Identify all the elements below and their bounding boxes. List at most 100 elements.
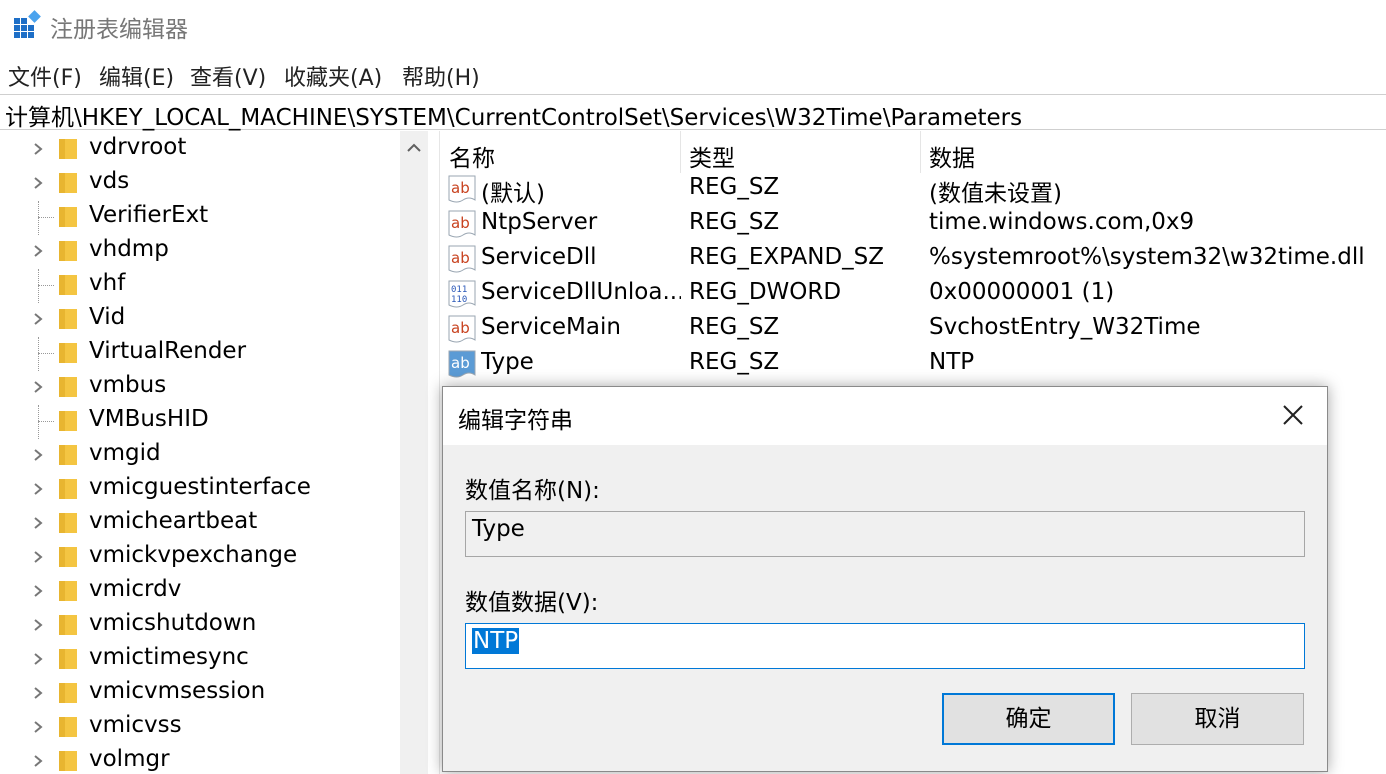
tree-item[interactable]: vdrvroot [0, 133, 400, 167]
chevron-right-icon[interactable] [31, 142, 45, 156]
address-bar[interactable]: 计算机\HKEY_LOCAL_MACHINE\SYSTEM\CurrentCon… [0, 94, 1386, 132]
tree-connector-line [38, 421, 54, 422]
chevron-right-icon[interactable] [31, 176, 45, 190]
value-data-input[interactable]: NTP [465, 623, 1305, 669]
tree-item[interactable]: Vid [0, 303, 400, 337]
value-row[interactable]: ab Type REG_SZ NTP [440, 347, 1386, 382]
menu-favorites[interactable]: 收藏夹(A) [284, 60, 382, 92]
tree-item[interactable]: vhf [0, 269, 400, 303]
folder-icon [59, 649, 77, 669]
svg-text:ab: ab [451, 319, 470, 337]
chevron-right-icon[interactable] [31, 686, 45, 700]
tree-item[interactable]: VMBusHID [0, 405, 400, 439]
tree-item-label: vmicshutdown [89, 610, 257, 636]
value-row[interactable]: ab (默认) REG_SZ (数值未设置) [440, 172, 1386, 207]
key-tree[interactable]: vdrvroot vds VerifierExt vhdmp vhf Vid Virtual… [0, 131, 428, 774]
pane-splitter[interactable] [428, 131, 440, 774]
string-value-icon: ab [448, 210, 476, 238]
tree-item[interactable]: vmictimesync [0, 643, 400, 677]
tree-scrollbar[interactable] [400, 131, 428, 774]
folder-icon [59, 683, 77, 703]
folder-icon [59, 309, 77, 329]
tree-item-label: VerifierExt [89, 202, 209, 228]
menu-edit[interactable]: 编辑(E) [99, 60, 174, 92]
value-name: ServiceDll [481, 244, 597, 270]
value-data: time.windows.com,0x9 [929, 209, 1195, 235]
window-title: 注册表编辑器 [50, 17, 188, 43]
tree-item-label: vmickvpexchange [89, 542, 298, 568]
tree-item[interactable]: vmicguestinterface [0, 473, 400, 507]
chevron-right-icon[interactable] [31, 550, 45, 564]
chevron-right-icon[interactable] [31, 618, 45, 632]
tree-item[interactable]: vmicvss [0, 711, 400, 745]
tree-item-label: vmicrdv [89, 576, 182, 602]
tree-item-label: vhdmp [89, 236, 169, 262]
chevron-right-icon[interactable] [31, 482, 45, 496]
ok-button[interactable]: 确定 [942, 693, 1115, 745]
menu-help[interactable]: 帮助(H) [402, 60, 480, 92]
chevron-right-icon[interactable] [31, 312, 45, 326]
value-name-label: 数值名称(N): [465, 478, 600, 504]
string-value-icon: ab [448, 350, 476, 378]
scroll-up-arrow-icon[interactable] [406, 143, 422, 153]
tree-item-label: vmicheartbeat [89, 508, 258, 534]
value-data-label: 数值数据(V): [465, 590, 599, 616]
tree-item[interactable]: vmicvmsession [0, 677, 400, 711]
value-row[interactable]: ab ServiceDll REG_EXPAND_SZ %systemroot%\sy… [440, 242, 1386, 277]
folder-icon [59, 479, 77, 499]
tree-item[interactable]: vmickvpexchange [0, 541, 400, 575]
tree-item[interactable]: vmbus [0, 371, 400, 405]
folder-icon [59, 207, 77, 227]
chevron-right-icon[interactable] [31, 720, 45, 734]
value-row[interactable]: 011 110 ServiceDllUnloa... REG_DWORD 0x00000… [440, 277, 1386, 312]
menu-view[interactable]: 查看(V) [190, 60, 266, 92]
column-divider[interactable] [920, 131, 921, 173]
tree-connector-line [38, 405, 39, 439]
value-row[interactable]: ab ServiceMain REG_SZ SvchostEntry_W32Time [440, 312, 1386, 347]
value-type: REG_SZ [689, 349, 780, 375]
svg-text:ab: ab [451, 179, 470, 197]
folder-icon [59, 615, 77, 635]
folder-icon [59, 751, 77, 771]
value-data-text: NTP [472, 628, 520, 654]
chevron-right-icon[interactable] [31, 516, 45, 530]
value-type: REG_EXPAND_SZ [689, 244, 885, 270]
tree-item[interactable]: volmgr [0, 745, 400, 774]
binary-value-icon: 011110 [448, 280, 476, 308]
tree-item[interactable]: VirtualRender [0, 337, 400, 371]
tree-item[interactable]: vmicheartbeat [0, 507, 400, 541]
tree-item-label: vhf [89, 270, 126, 296]
tree-item[interactable]: vmicshutdown [0, 609, 400, 643]
address-path[interactable]: 计算机\HKEY_LOCAL_MACHINE\SYSTEM\CurrentCon… [5, 98, 1022, 132]
column-header-data[interactable]: 数据 [929, 139, 975, 173]
chevron-right-icon[interactable] [31, 448, 45, 462]
tree-item[interactable]: vhdmp [0, 235, 400, 269]
value-row[interactable]: ab NtpServer REG_SZ time.windows.com,0x9 [440, 207, 1386, 242]
tree-item[interactable]: vmgid [0, 439, 400, 473]
tree-item-label: vds [89, 168, 130, 194]
cancel-button[interactable]: 取消 [1131, 693, 1304, 745]
tree-connector-line [38, 285, 54, 286]
chevron-right-icon[interactable] [31, 380, 45, 394]
value-data: SvchostEntry_W32Time [929, 314, 1201, 340]
folder-icon [59, 139, 77, 159]
column-header-type[interactable]: 类型 [689, 139, 735, 173]
chevron-right-icon[interactable] [31, 584, 45, 598]
chevron-right-icon[interactable] [31, 244, 45, 258]
tree-item[interactable]: VerifierExt [0, 201, 400, 235]
regedit-app-icon [14, 10, 41, 38]
tree-item[interactable]: vmicrdv [0, 575, 400, 609]
column-header-name[interactable]: 名称 [449, 139, 495, 173]
close-icon[interactable] [1281, 403, 1305, 427]
column-divider[interactable] [680, 131, 681, 173]
tree-connector-line [38, 269, 39, 303]
value-name-field[interactable]: Type [465, 511, 1305, 557]
folder-icon [59, 717, 77, 737]
value-data: (数值未设置) [929, 181, 1062, 207]
tree-item-label: vmictimesync [89, 644, 249, 670]
chevron-right-icon[interactable] [31, 652, 45, 666]
menu-file[interactable]: 文件(F) [8, 60, 82, 92]
value-type: REG_SZ [689, 209, 780, 235]
tree-item[interactable]: vds [0, 167, 400, 201]
chevron-right-icon[interactable] [31, 754, 45, 768]
